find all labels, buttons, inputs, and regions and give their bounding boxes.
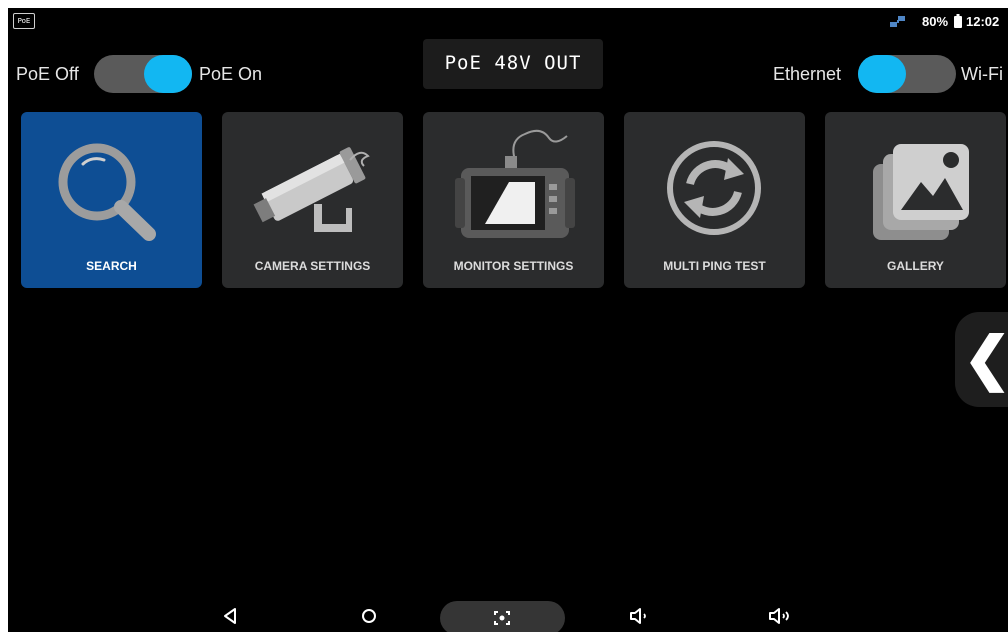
volume-down-icon[interactable] <box>625 604 653 628</box>
refresh-icon <box>667 141 761 235</box>
app-screen: PoE 80% 12:02 PoE Off PoE On PoE 48V OUT… <box>8 8 1008 632</box>
network-switch[interactable] <box>858 55 956 93</box>
screenshot-button[interactable] <box>440 601 565 632</box>
gallery-icon <box>873 144 969 240</box>
tile-gallery[interactable]: GALLERY <box>825 112 1006 288</box>
poe-switch-knob[interactable] <box>144 55 192 93</box>
chevron-left-icon: ❮ <box>963 326 1008 391</box>
status-bar: PoE 80% 12:02 <box>8 8 1008 36</box>
battery-percent: 80% <box>922 14 949 29</box>
tile-label: MONITOR SETTINGS <box>453 259 574 273</box>
tile-label: GALLERY <box>887 259 944 273</box>
ethernet-label: Ethernet <box>773 64 842 84</box>
back-icon[interactable] <box>216 604 244 628</box>
tile-monitor-settings[interactable]: MONITOR SETTINGS <box>423 112 604 288</box>
tile-camera-settings[interactable]: CAMERA SETTINGS <box>222 112 403 288</box>
tile-label: CAMERA SETTINGS <box>254 259 371 273</box>
volume-up-icon[interactable] <box>765 604 793 628</box>
navigation-bar <box>8 600 1008 632</box>
clock: 12:02 <box>966 14 1000 29</box>
poe-switch[interactable] <box>94 55 192 93</box>
tile-multi-ping-test[interactable]: MULTI PING TEST <box>624 112 805 288</box>
side-menu-handle[interactable]: ❮ <box>955 312 1008 407</box>
tile-label: SEARCH <box>86 259 137 273</box>
home-icon[interactable] <box>355 604 383 628</box>
poe-off-label: PoE Off <box>16 64 79 84</box>
poe-status-display: PoE 48V OUT <box>423 39 603 89</box>
poe-notification-icon: PoE <box>13 13 35 29</box>
monitor-icon <box>455 129 575 238</box>
camera-icon <box>253 147 370 232</box>
battery-icon <box>954 14 962 28</box>
tile-search[interactable]: SEARCH <box>21 112 202 288</box>
screenshot-icon <box>494 611 510 625</box>
search-icon <box>58 143 156 241</box>
tile-label: MULTI PING TEST <box>663 259 766 273</box>
ethernet-icon <box>890 16 905 27</box>
wifi-label: Wi-Fi <box>961 64 1003 84</box>
poe-on-label: PoE On <box>199 64 263 84</box>
network-switch-knob[interactable] <box>858 55 906 93</box>
